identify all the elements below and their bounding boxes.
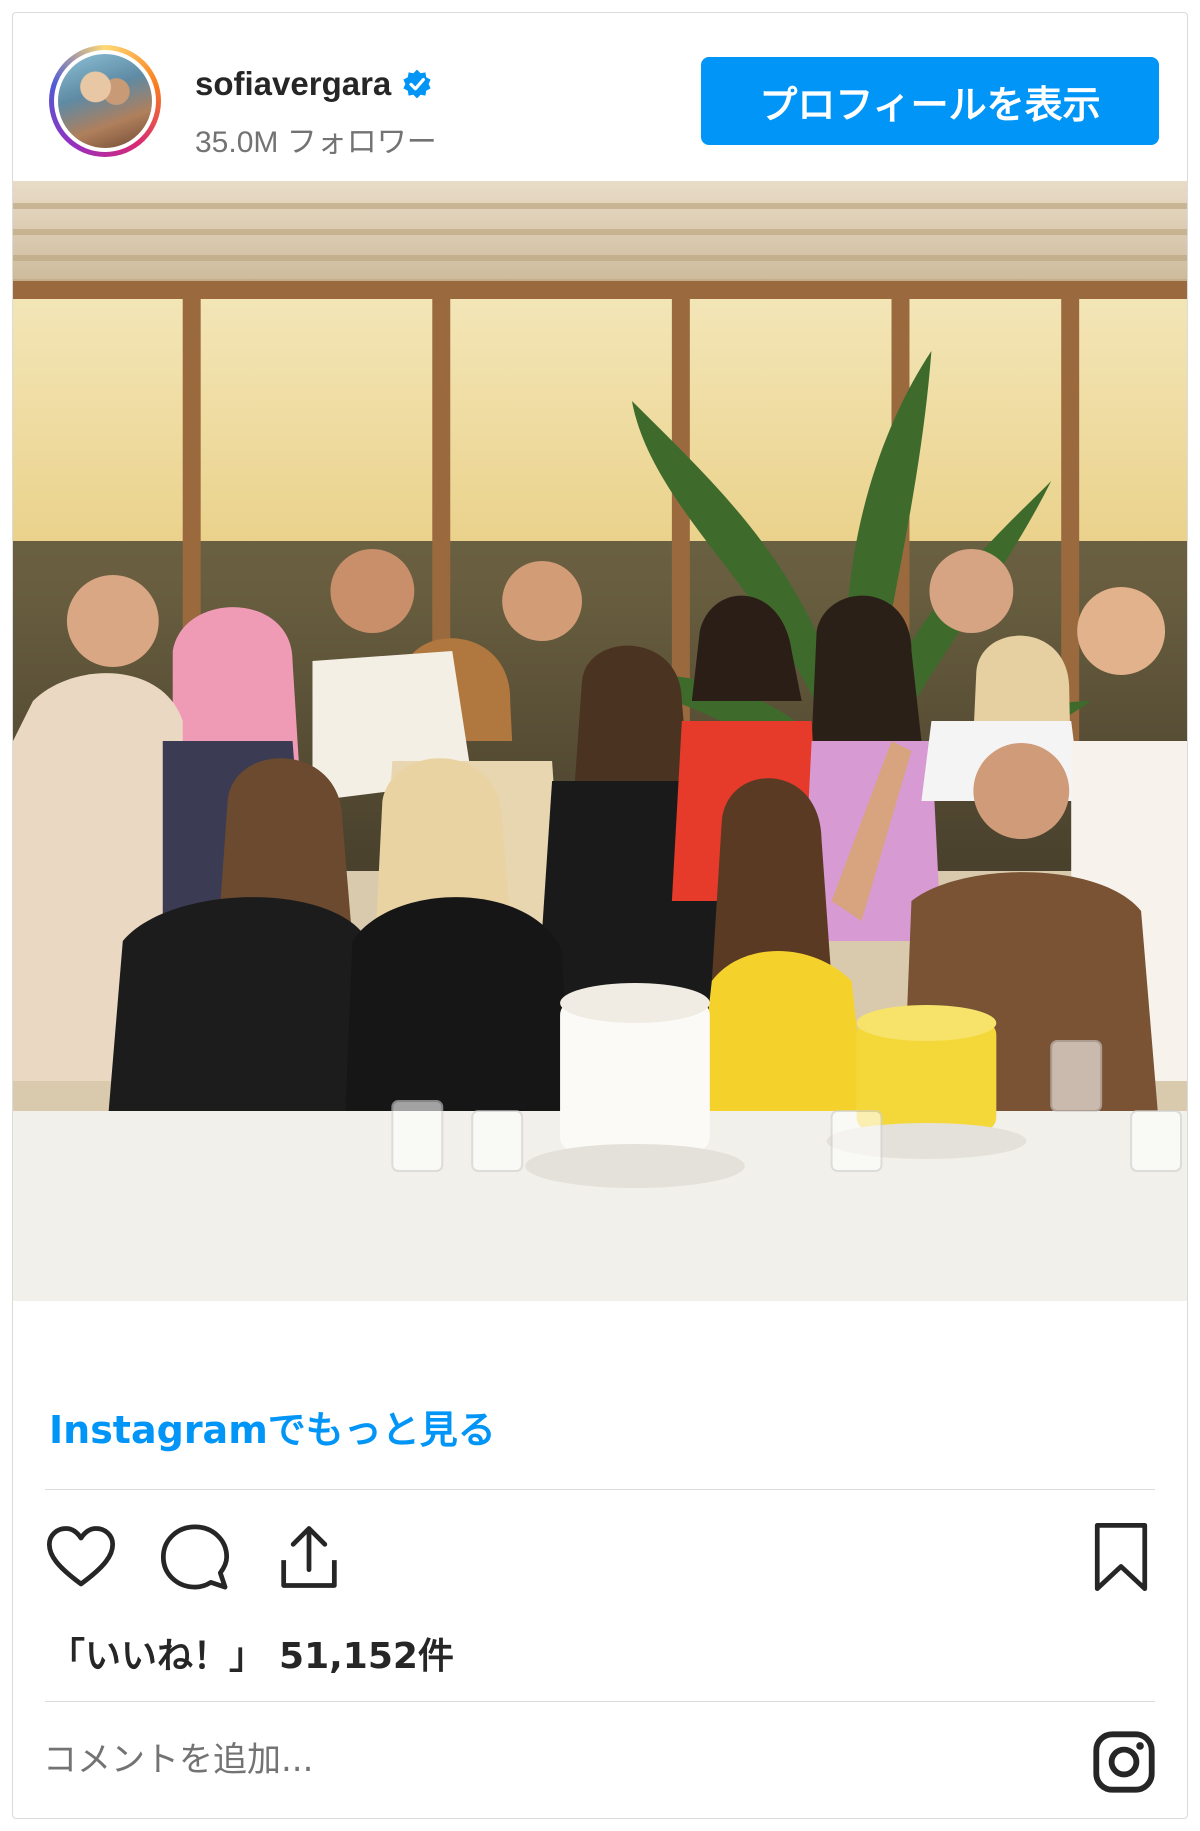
- add-comment-input[interactable]: [43, 1725, 943, 1795]
- post-photo[interactable]: [13, 181, 1187, 1301]
- avatar-photo: [58, 54, 152, 148]
- instagram-logo-icon[interactable]: [1089, 1727, 1159, 1797]
- post-header: sofiavergara 35.0M フォロワー プロフィールを表示: [13, 13, 1187, 181]
- view-profile-button[interactable]: プロフィールを表示: [701, 57, 1159, 145]
- share-icon[interactable]: [271, 1519, 347, 1595]
- bookmark-icon[interactable]: [1083, 1519, 1159, 1595]
- view-more-on-instagram-link[interactable]: Instagramでもっと見る: [49, 1399, 496, 1454]
- instagram-embed-card: sofiavergara 35.0M フォロワー プロフィールを表示 Insta…: [12, 12, 1188, 1819]
- username-row[interactable]: sofiavergara: [195, 65, 433, 103]
- avatar[interactable]: [49, 45, 161, 157]
- party-photo-illustration: [13, 181, 1187, 1301]
- follower-count: 35.0M フォロワー: [195, 126, 437, 159]
- username[interactable]: sofiavergara: [195, 65, 391, 103]
- like-count[interactable]: 「いいね！」 51,152件: [49, 1627, 454, 1679]
- verified-badge-icon: [403, 69, 431, 99]
- action-bar: [13, 1519, 1187, 1599]
- divider: [45, 1701, 1155, 1702]
- heart-icon[interactable]: [43, 1519, 119, 1595]
- likes-label: 「いいね！」: [49, 1636, 266, 1677]
- likes-number: 51,152件: [279, 1636, 454, 1677]
- comment-icon[interactable]: [157, 1519, 233, 1595]
- divider: [45, 1489, 1155, 1490]
